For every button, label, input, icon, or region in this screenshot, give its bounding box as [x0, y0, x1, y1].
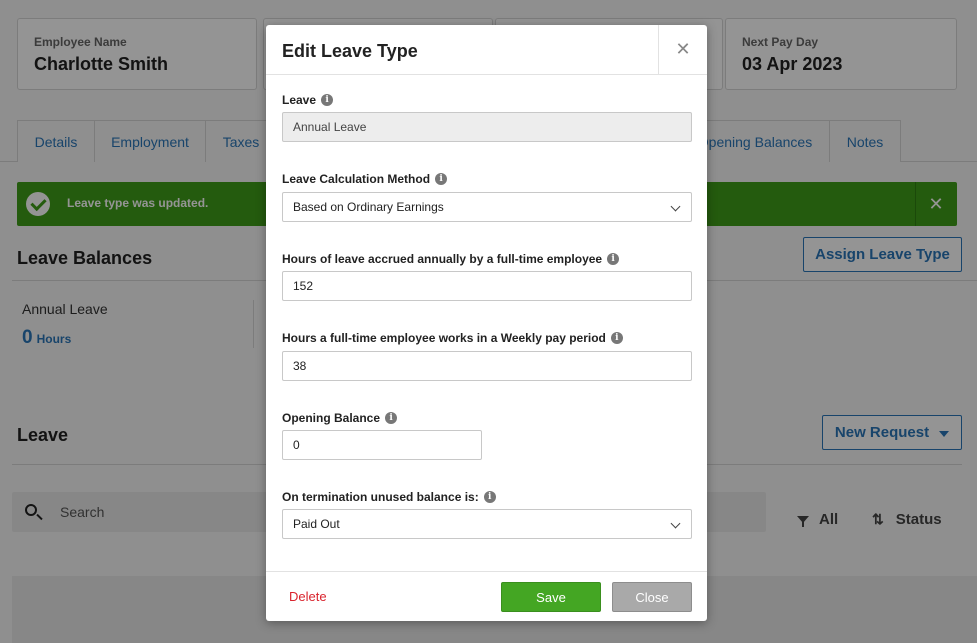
save-button[interactable]: Save — [501, 582, 601, 612]
calc-method-label: Leave Calculation Method i — [282, 172, 448, 186]
close-button[interactable]: Close — [612, 582, 692, 612]
termination-label: On termination unused balance is: i — [282, 490, 496, 504]
edit-leave-type-modal: Edit Leave Type ✕ Leave i Annual Leave Le… — [266, 25, 707, 621]
opening-balance-input[interactable]: 0 — [282, 430, 482, 460]
leave-field: Annual Leave — [282, 112, 692, 142]
modal-header: Edit Leave Type ✕ — [266, 25, 707, 75]
opening-balance-label: Opening Balance i — [282, 411, 398, 425]
modal-title: Edit Leave Type — [282, 41, 418, 61]
hours-accrued-label: Hours of leave accrued annually by a ful… — [282, 252, 620, 266]
termination-label-text: On termination unused balance is: — [282, 490, 479, 504]
hours-worked-label: Hours a full-time employee works in a We… — [282, 331, 623, 345]
info-icon[interactable]: i — [321, 94, 334, 106]
calc-method-label-text: Leave Calculation Method — [282, 172, 431, 186]
leave-field-label: Leave i — [282, 93, 334, 107]
modal-footer: Delete Save Close — [266, 571, 707, 621]
opening-balance-label-text: Opening Balance — [282, 411, 381, 425]
hours-accrued-label-text: Hours of leave accrued annually by a ful… — [282, 252, 603, 266]
termination-select[interactable]: Paid Out — [282, 509, 692, 539]
delete-button[interactable]: Delete — [289, 589, 327, 604]
leave-label-text: Leave — [282, 93, 317, 107]
hours-worked-input[interactable]: 38 — [282, 351, 692, 381]
hours-worked-label-text: Hours a full-time employee works in a We… — [282, 331, 606, 345]
calc-method-select[interactable]: Based on Ordinary Earnings — [282, 192, 692, 222]
info-icon[interactable]: i — [610, 332, 623, 344]
info-icon[interactable]: i — [607, 253, 620, 265]
info-icon[interactable]: i — [435, 173, 448, 185]
info-icon[interactable]: i — [385, 412, 398, 424]
info-icon[interactable]: i — [483, 491, 496, 503]
close-icon[interactable]: ✕ — [658, 25, 707, 74]
hours-accrued-input[interactable]: 152 — [282, 271, 692, 301]
